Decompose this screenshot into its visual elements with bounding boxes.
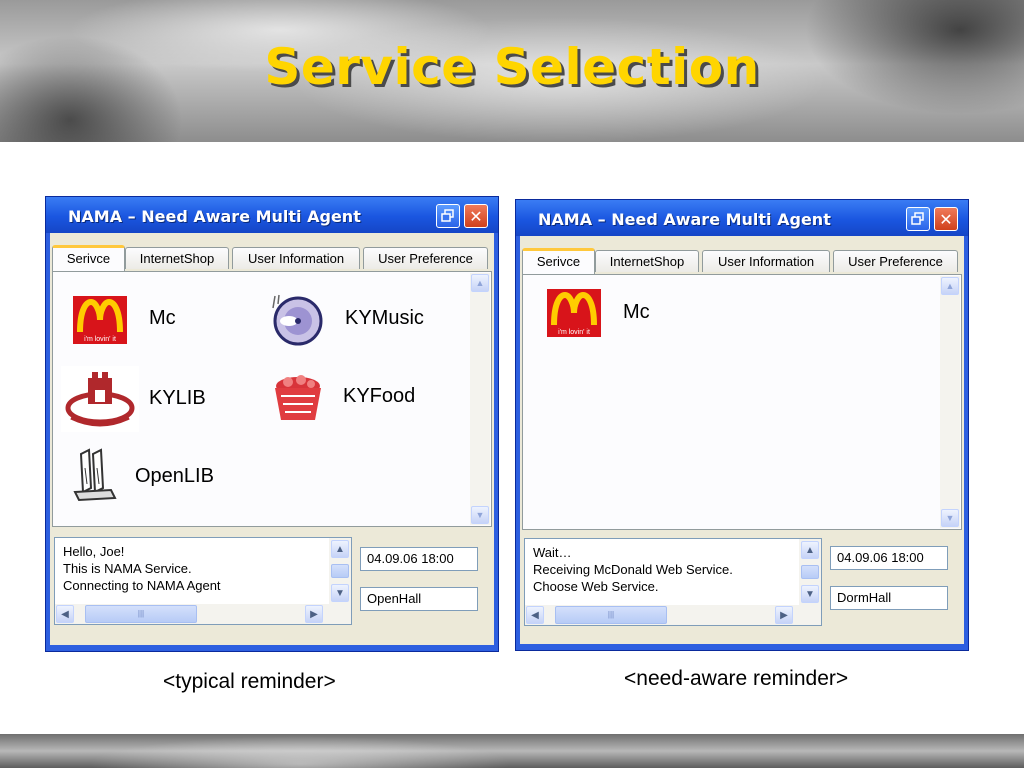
scroll-thumb[interactable] [331,564,349,578]
tab-user-information[interactable]: User Information [702,250,830,272]
scroll-grip: ||| [137,609,145,618]
datetime-field: 04.09.06 18:00 [360,547,478,571]
message-log[interactable]: Wait… Receiving McDonald Web Service. Ch… [524,538,822,626]
tab-service[interactable]: Serivce [522,248,595,274]
caption-typical-reminder: <typical reminder> [163,670,336,693]
service-panel: i'm lovin' it Mc ▲ ▼ [522,274,962,530]
message-line: Hello, Joe! [63,544,125,559]
svg-text:i'm lovin' it: i'm lovin' it [84,336,116,343]
window-body: Serivce InternetShop User Information Us… [50,233,494,645]
window-title: NAMA – Need Aware Multi Agent [68,207,361,226]
message-vertical-scrollbar[interactable]: ▲ ▼ [329,538,351,606]
restore-button[interactable] [906,207,930,231]
scroll-down-button[interactable]: ▼ [331,584,349,602]
service-kylib[interactable]: KYLIB [61,366,221,434]
tab-user-preference[interactable]: User Preference [833,250,958,272]
scroll-up-button[interactable]: ▲ [331,540,349,558]
window-titlebar[interactable]: NAMA – Need Aware Multi Agent ✕ [516,200,968,236]
message-line: This is NAMA Service. [63,561,192,576]
close-button[interactable]: ✕ [934,207,958,231]
close-button[interactable]: ✕ [464,204,488,228]
message-line: Connecting to NAMA Agent [63,578,221,593]
service-label: KYLIB [149,387,206,409]
window-body: Serivce InternetShop User Information Us… [520,236,964,644]
tab-internetshop[interactable]: InternetShop [595,250,699,272]
restore-icon [441,209,454,222]
service-label: Mc [149,307,176,329]
service-mc[interactable]: i'm lovin' it Mc [73,296,203,346]
scroll-right-button[interactable]: ▶ [305,605,323,623]
caption-need-aware-reminder: <need-aware reminder> [624,667,849,690]
service-kyfood[interactable]: KYFood [271,372,441,428]
scroll-up-button[interactable]: ▲ [941,277,959,295]
slide-title: Service Selection [264,38,760,96]
service-kymusic[interactable]: KYMusic [269,292,439,348]
food-basket-icon [275,375,321,420]
scroll-left-button[interactable]: ◀ [56,605,74,623]
tab-service[interactable]: Serivce [52,245,125,271]
service-label: OpenLIB [135,465,214,487]
service-panel: i'm lovin' it Mc KYMusic KYLIB KYFood Op… [52,271,492,527]
scroll-grip: ||| [607,610,615,619]
window-titlebar[interactable]: NAMA – Need Aware Multi Agent ✕ [46,197,498,233]
tab-user-information[interactable]: User Information [232,247,360,269]
scroll-up-button[interactable]: ▲ [471,274,489,292]
scroll-left-button[interactable]: ◀ [526,606,544,624]
message-horizontal-scrollbar[interactable]: ◀ ||| ▶ [525,605,821,625]
service-openlib[interactable]: OpenLIB [71,448,251,504]
footer-photo-band [0,734,1024,768]
tab-user-preference[interactable]: User Preference [363,247,488,269]
mcdonalds-logo-icon: i'm lovin' it [73,296,127,344]
message-line: Wait… [533,545,572,560]
service-label: KYMusic [345,307,424,329]
panel-vertical-scrollbar[interactable]: ▲ ▼ [470,273,490,525]
message-horizontal-scrollbar[interactable]: ◀ ||| ▶ [55,604,351,624]
library-emblem-icon [61,366,139,432]
message-line: Receiving McDonald Web Service. [533,562,733,577]
restore-icon [911,212,924,225]
scroll-thumb[interactable]: ||| [85,605,197,623]
restore-button[interactable] [436,204,460,228]
scroll-down-button[interactable]: ▼ [471,506,489,524]
scroll-right-button[interactable]: ▶ [775,606,793,624]
panel-vertical-scrollbar[interactable]: ▲ ▼ [940,276,960,528]
service-label: Mc [623,301,650,323]
scroll-thumb[interactable] [801,565,819,579]
scroll-down-button[interactable]: ▼ [801,585,819,603]
close-icon: ✕ [469,206,483,226]
window-need-aware: NAMA – Need Aware Multi Agent ✕ Serivce … [515,199,969,651]
scroll-thumb[interactable]: ||| [555,606,667,624]
scroll-up-button[interactable]: ▲ [801,541,819,559]
svg-text:i'm lovin' it: i'm lovin' it [558,329,590,336]
window-typical: NAMA – Need Aware Multi Agent ✕ Serivce … [45,196,499,652]
message-line: Choose Web Service. [533,579,659,594]
location-field: DormHall [830,586,948,610]
datetime-field: 04.09.06 18:00 [830,546,948,570]
message-vertical-scrollbar[interactable]: ▲ ▼ [799,539,821,607]
book-stand-icon [73,448,117,502]
service-label: KYFood [343,385,416,407]
service-mc[interactable]: i'm lovin' it Mc [547,289,677,339]
scroll-down-button[interactable]: ▼ [941,509,959,527]
close-icon: ✕ [939,209,953,229]
tab-internetshop[interactable]: InternetShop [125,247,229,269]
mcdonalds-logo-icon: i'm lovin' it [547,289,601,337]
window-title: NAMA – Need Aware Multi Agent [538,210,831,229]
message-log[interactable]: Hello, Joe! This is NAMA Service. Connec… [54,537,352,625]
location-field: OpenHall [360,587,478,611]
music-disc-icon [272,294,323,346]
